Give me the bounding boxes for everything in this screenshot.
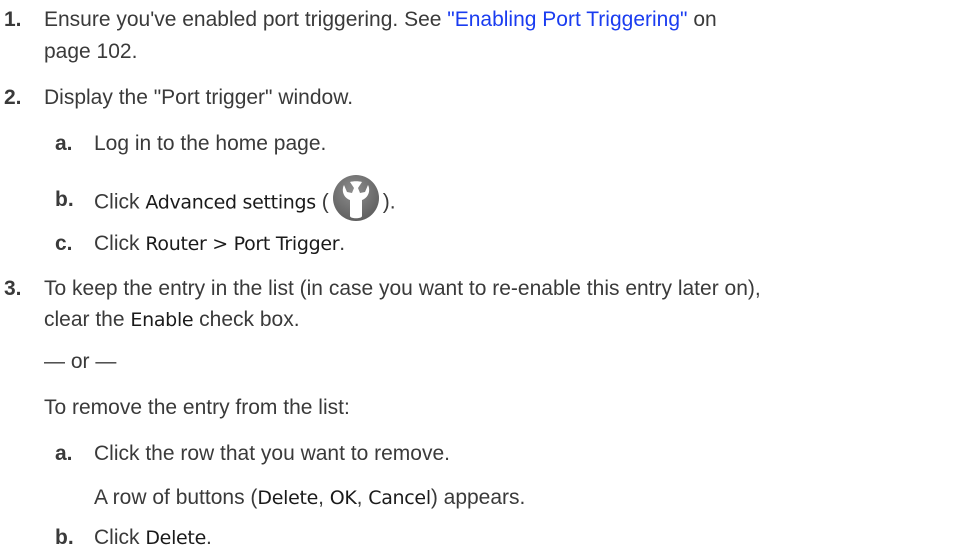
document-page: 1. Ensure you've enabled port triggering… xyxy=(0,0,966,549)
step-text: page 102. xyxy=(44,40,138,63)
step-number: 2. xyxy=(4,86,22,109)
delete-label: Delete xyxy=(257,487,319,509)
ok-label: OK xyxy=(329,487,357,509)
substep-text: Click Delete. xyxy=(94,526,212,549)
substep-letter: b. xyxy=(55,526,74,549)
substep-text: Click the row that you want to remove. xyxy=(94,442,450,465)
substep-text: Click Router > Port Trigger. xyxy=(94,232,346,255)
step-text: clear the Enable check box. xyxy=(44,308,300,331)
advanced-settings-label: Advanced settings xyxy=(145,191,316,214)
substep-text: Click Advanced settings ( ). xyxy=(94,175,966,222)
substep-letter: a. xyxy=(55,132,73,155)
step-number: 1. xyxy=(4,8,22,31)
enabling-port-triggering-link[interactable]: "Enabling Port Triggering" xyxy=(447,8,687,31)
step-text: To keep the entry in the list (in case y… xyxy=(44,277,761,300)
substep-letter: b. xyxy=(55,188,74,211)
step-text: Ensure you've enabled port triggering. S… xyxy=(44,8,717,31)
step-number: 3. xyxy=(4,277,22,300)
cancel-label: Cancel xyxy=(368,487,431,509)
substep-text: Log in to the home page. xyxy=(94,132,327,155)
step-text: Display the "Port trigger" window. xyxy=(44,86,354,109)
router-port-trigger-label: Router > Port Trigger xyxy=(145,233,340,255)
wrench-icon xyxy=(329,174,383,222)
substep-letter: a. xyxy=(55,442,73,465)
delete-label: Delete xyxy=(145,527,206,549)
substep-letter: c. xyxy=(55,232,73,255)
enable-label: Enable xyxy=(130,309,194,331)
